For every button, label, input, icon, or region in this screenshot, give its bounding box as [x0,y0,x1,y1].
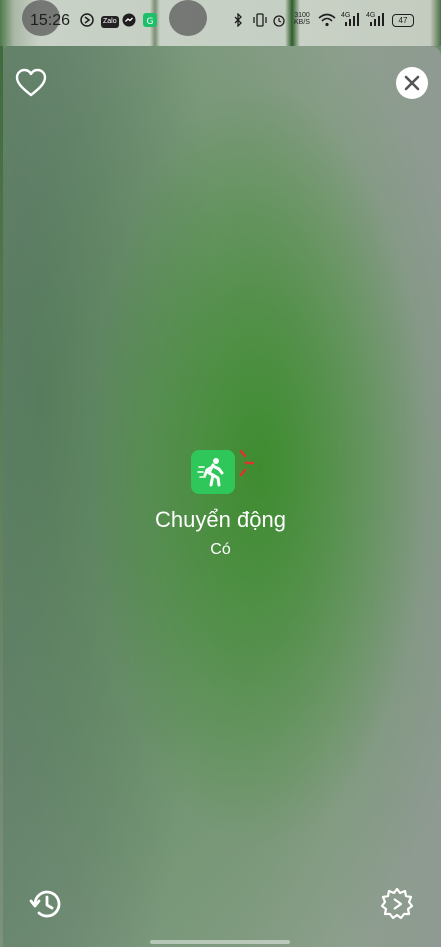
bluetooth-icon [232,12,244,28]
home-indicator[interactable] [150,940,290,944]
status-bar: 15:26 Zalo G 3100 KB/S 4G 4G 47 [0,0,441,46]
walking-person-icon [197,458,224,487]
favorite-button[interactable] [14,66,48,100]
vibrate-icon [252,13,268,27]
history-icon [29,890,61,918]
wifi-icon [318,13,336,27]
motion-alert-icon [236,449,256,479]
battery-icon: 47 [392,14,414,27]
history-button[interactable] [28,886,64,922]
svg-text:G: G [147,17,154,27]
zalo-icon: Zalo [101,13,119,28]
network-speed-icon: 3100 KB/S [294,12,310,26]
camera-dot [169,0,207,36]
alarm-icon [272,13,286,27]
signal-4g-icon: 4G [366,12,384,27]
messenger-icon [122,13,136,27]
signal-4g-icon: 4G [341,12,359,27]
device-detail-panel [0,46,441,947]
close-button[interactable] [396,67,428,99]
pie-chart-icon [80,13,94,27]
panel-edge [0,46,3,947]
settings-button[interactable] [379,886,415,922]
device-icon [191,450,235,494]
gear-icon [380,887,414,920]
device-state: Có [210,541,231,558]
app-green-icon: G [143,13,157,27]
close-icon [404,75,420,91]
status-time: 15:26 [30,12,71,29]
device-name: Chuyển động [155,507,286,532]
heart-outline-icon [15,68,47,97]
